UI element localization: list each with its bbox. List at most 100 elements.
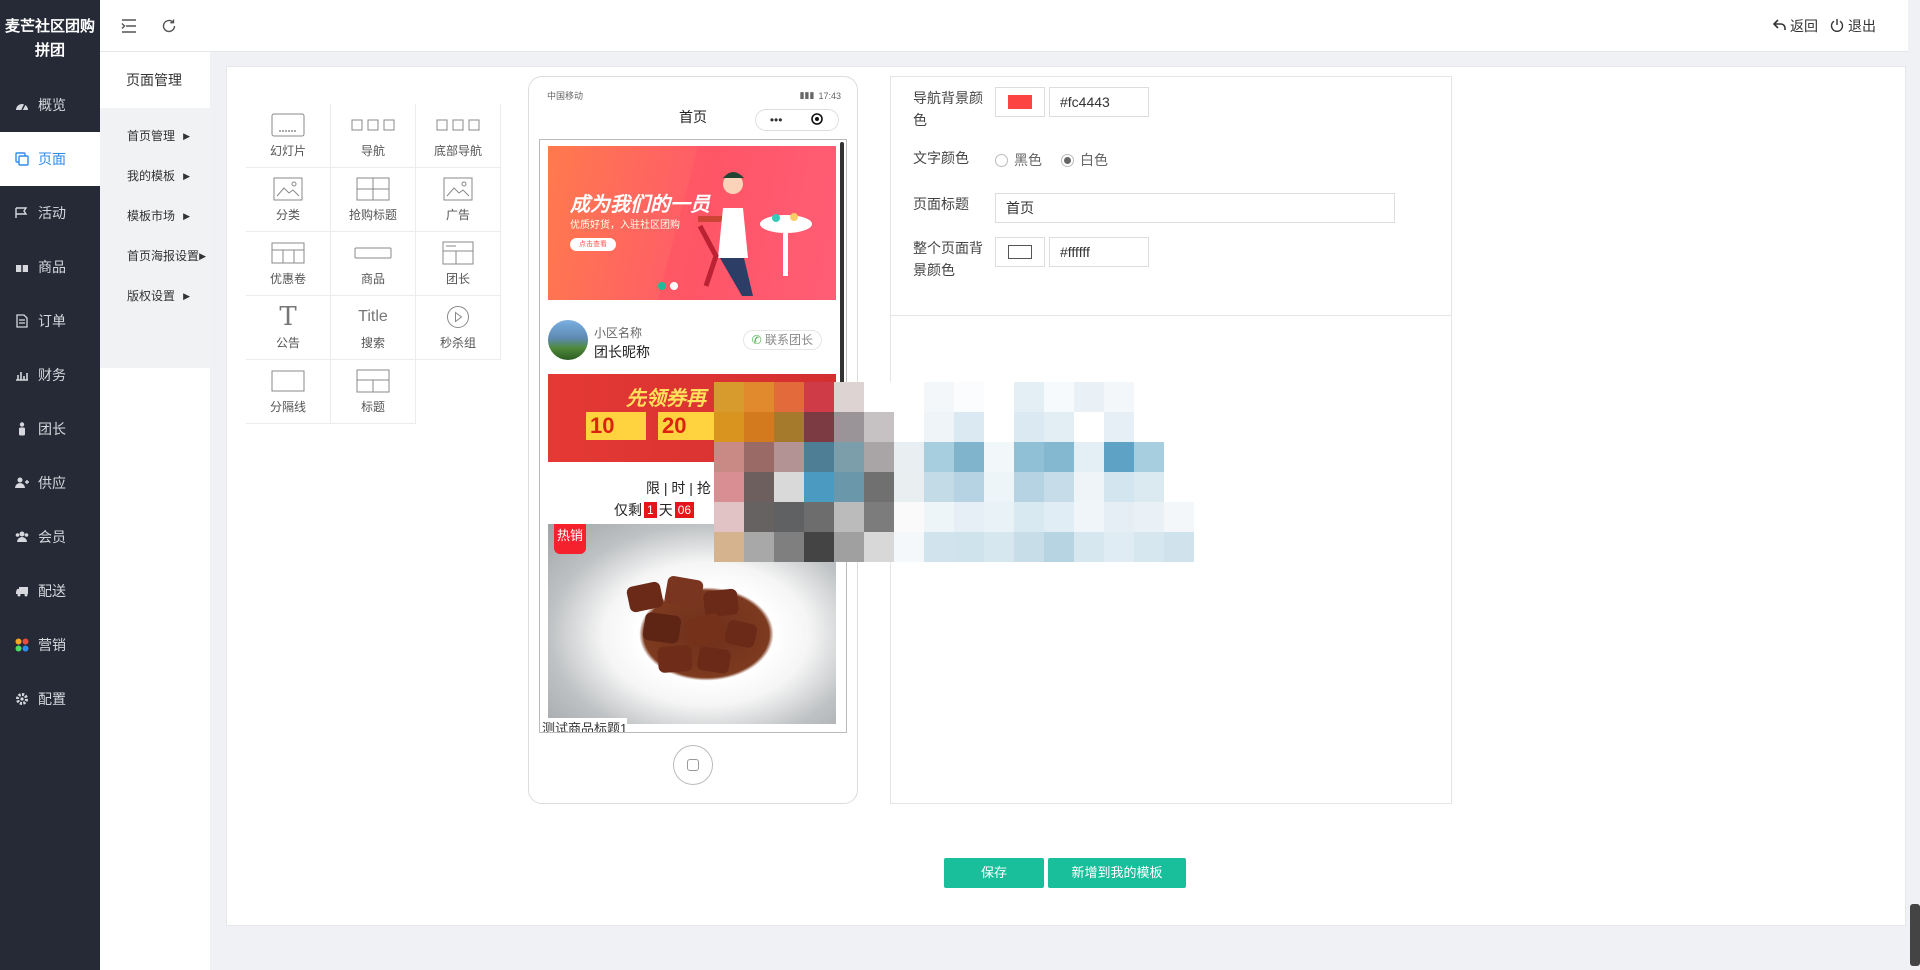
mosaic-pixel [894, 442, 924, 472]
mosaic-pixel [954, 382, 984, 412]
sidebar-item-truck[interactable]: 配送 [0, 564, 100, 618]
component-play[interactable]: 秒杀组 [416, 296, 501, 360]
sidebar-item-chart[interactable]: 财务 [0, 348, 100, 402]
component-search[interactable]: Title 搜索 [331, 296, 416, 360]
submenu-item-copyright[interactable]: 版权设置 ▶ [100, 276, 210, 316]
mosaic-pixel [744, 412, 774, 442]
slideshow-icon [271, 112, 305, 138]
component-slideshow[interactable]: 幻灯片 [246, 104, 331, 168]
countdown-prefix: 仅剩 [614, 502, 642, 518]
sidebar-item-flag[interactable]: 活动 [0, 186, 100, 240]
submenu-item-poster-settings[interactable]: 首页海报设置 ▶ [100, 236, 210, 276]
page-bg-swatch [1008, 245, 1032, 259]
submenu-item-my-templates[interactable]: 我的模板 ▶ [100, 156, 210, 196]
carousel-dot[interactable] [670, 282, 678, 290]
more-icon[interactable]: ••• [770, 113, 783, 127]
page-title-input[interactable]: 首页 [995, 193, 1395, 223]
component-category[interactable]: 分类 [246, 168, 331, 232]
component-product[interactable]: 商品 [331, 232, 416, 296]
component-panel: 幻灯片 导航 底部导航分类 抢购标题 广告优惠卷 商品 团长 T 公告 Title 搜索 秒杀组分隔线… [246, 104, 502, 424]
bottom-nav-icon [436, 112, 480, 138]
text-color-black-radio[interactable]: 黑色 [995, 150, 1042, 170]
time-label: 17:43 [818, 90, 841, 101]
product-title: 测试商品标题1 [542, 718, 628, 732]
mosaic-pixel [714, 412, 744, 442]
eye-icon[interactable] [810, 112, 824, 128]
sidebar-item-supplier[interactable]: 供应 [0, 456, 100, 510]
page-bg-color-picker[interactable] [995, 237, 1045, 267]
sidebar-item-gear[interactable]: 配置 [0, 672, 100, 726]
component-label: 商品 [360, 272, 385, 286]
back-link[interactable]: 返回 [1772, 16, 1818, 36]
sidebar-item-label: 配置 [38, 691, 66, 707]
submenu-item-home[interactable]: 首页管理 ▶ [100, 116, 210, 156]
component-bottom-nav[interactable]: 底部导航 [416, 104, 501, 168]
component-label: 标题 [360, 400, 385, 414]
component-coupon[interactable]: 优惠卷 [246, 232, 331, 296]
submenu-item-label: 首页海报设置 [127, 249, 200, 263]
component-nav[interactable]: 导航 [331, 104, 416, 168]
submenu-item-template-market[interactable]: 模板市场 ▶ [100, 196, 210, 236]
radio-label: 白色 [1080, 152, 1108, 168]
slideshow-banner[interactable]: 成为我们的一员 优质好货，入驻社区团购 点击查看 [548, 146, 836, 300]
mosaic-pixel [1074, 382, 1104, 412]
sidebar-item-document[interactable]: 订单 [0, 294, 100, 348]
component-title[interactable]: 标题 [331, 360, 416, 424]
contact-leader-button[interactable]: ✆ 联系团长 [742, 330, 822, 350]
component-flash-title[interactable]: 抢购标题 [331, 168, 416, 232]
mosaic-pixel [1134, 442, 1164, 472]
sidebar-item-marketing[interactable]: 营销 [0, 618, 100, 672]
caret-right-icon: ▶ [183, 171, 190, 181]
flash-sale-countdown: 仅剩 1 天 06 [614, 500, 695, 520]
logout-link[interactable]: 退出 [1830, 16, 1876, 36]
component-leader[interactable]: 团长 [416, 232, 501, 296]
mosaic-pixel [924, 382, 954, 412]
mosaic-pixel [924, 532, 954, 562]
mosaic-pixel [744, 532, 774, 562]
sidebar-item-person[interactable]: 团长 [0, 402, 100, 456]
nav-bg-color-input[interactable]: #fc4443 [1049, 87, 1149, 117]
component-label: 抢购标题 [348, 208, 397, 222]
mosaic-pixel [1044, 532, 1074, 562]
banner-subtitle: 优质好货，入驻社区团购 [570, 220, 680, 231]
play-icon [446, 304, 470, 330]
component-label: 团长 [445, 272, 470, 286]
add-to-my-templates-button[interactable]: 新增到我的模板 [1048, 858, 1186, 888]
component-divider[interactable]: 分隔线 [246, 360, 331, 424]
mosaic-pixel [774, 502, 804, 532]
sidebar-item-dashboard[interactable]: 概览 [0, 78, 100, 132]
save-button[interactable]: 保存 [944, 858, 1044, 888]
sidebar-item-pages[interactable]: 页面 [0, 132, 100, 186]
coupon-10: 10 [586, 412, 646, 440]
mosaic-pixel [804, 382, 834, 412]
radio-circle-checked [1061, 153, 1074, 167]
mosaic-pixel [1044, 472, 1074, 502]
sidebar-item-gift[interactable]: 商品 [0, 240, 100, 294]
home-button[interactable] [673, 745, 713, 785]
mini-program-capsule: ••• [755, 109, 839, 131]
mosaic-pixel [834, 442, 864, 472]
submenu-title: 页面管理 [126, 72, 182, 88]
mosaic-pixel [1104, 412, 1134, 442]
menu-toggle-icon[interactable] [118, 15, 140, 37]
mosaic-pixel [804, 532, 834, 562]
mosaic-pixel [984, 532, 1014, 562]
refresh-icon[interactable] [158, 15, 180, 37]
component-notice[interactable]: T 公告 [246, 296, 331, 360]
nav-bg-color-picker[interactable] [995, 87, 1045, 117]
submenu-item-label: 首页管理 [127, 129, 176, 143]
text-color-white-radio[interactable]: 白色 [1061, 150, 1108, 170]
carousel-dot-active[interactable] [658, 282, 666, 290]
mosaic-pixel [834, 532, 864, 562]
document-icon [14, 313, 30, 329]
sidebar-item-users[interactable]: 会员 [0, 510, 100, 564]
component-label: 广告 [445, 208, 470, 222]
search-icon: Title [358, 304, 388, 330]
banner-button[interactable]: 点击查看 [570, 238, 616, 251]
sidebar-item-label: 商品 [38, 259, 66, 275]
countdown-days: 1 [644, 502, 657, 518]
mosaic-pixel [1134, 472, 1164, 502]
page-bg-color-input[interactable]: #ffffff [1049, 237, 1149, 267]
window-scrollbar[interactable] [1910, 904, 1920, 966]
component-ad[interactable]: 广告 [416, 168, 501, 232]
